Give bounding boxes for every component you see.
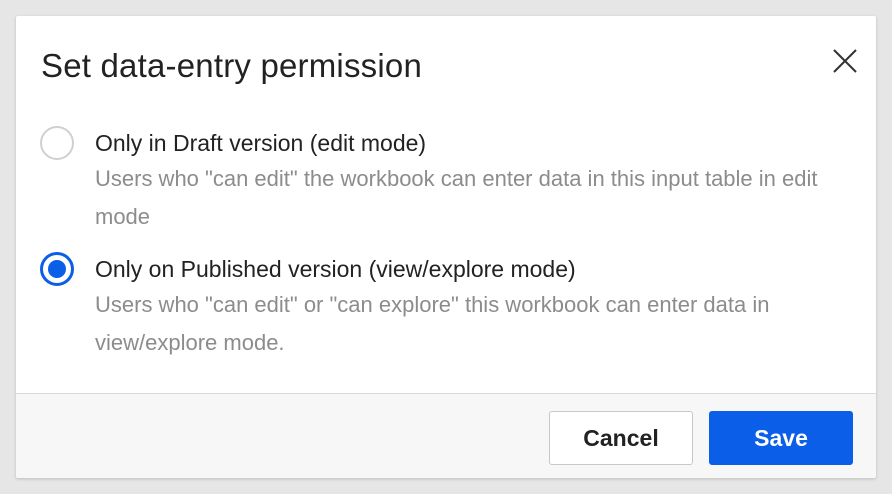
permission-options: Only in Draft version (edit mode) Users … [40,126,860,362]
save-button[interactable]: Save [709,411,853,465]
close-button[interactable] [828,44,862,78]
option-draft-label: Only in Draft version (edit mode) [95,130,427,156]
option-draft-description: Users who "can edit" the workbook can en… [95,166,818,229]
radio-published-version[interactable] [40,252,74,286]
option-published-version[interactable]: Only on Published version (view/explore … [40,252,860,362]
close-icon [833,49,857,73]
radio-draft-version[interactable] [40,126,74,160]
cancel-button[interactable]: Cancel [549,411,693,465]
dialog-footer: Cancel Save [16,393,876,478]
dialog-title: Set data-entry permission [41,47,423,84]
option-published-label: Only on Published version (view/explore … [95,256,576,282]
option-draft-version[interactable]: Only in Draft version (edit mode) Users … [40,126,860,236]
option-published-description: Users who "can edit" or "can explore" th… [95,292,770,355]
permission-dialog: Set data-entry permission Only in Draft … [16,16,876,478]
